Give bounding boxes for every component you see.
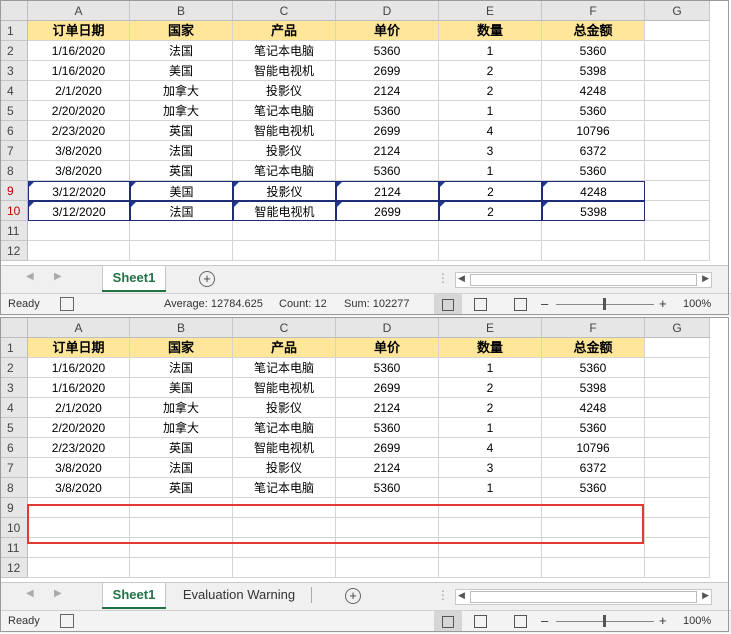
excel-window-top: A B C D E F G 1 订单日期 国家 产品 单价 数量 总金额 2 1/16/2020 法国 笔记本电脑…: [0, 0, 731, 317]
window-border: [0, 317, 729, 632]
window-border: [0, 0, 729, 315]
excel-window-bottom: A B C D E F G 1 订单日期 国家 产品 单价 数量 总金额 2 1/16/2020 法国 笔记本电脑…: [0, 317, 731, 634]
